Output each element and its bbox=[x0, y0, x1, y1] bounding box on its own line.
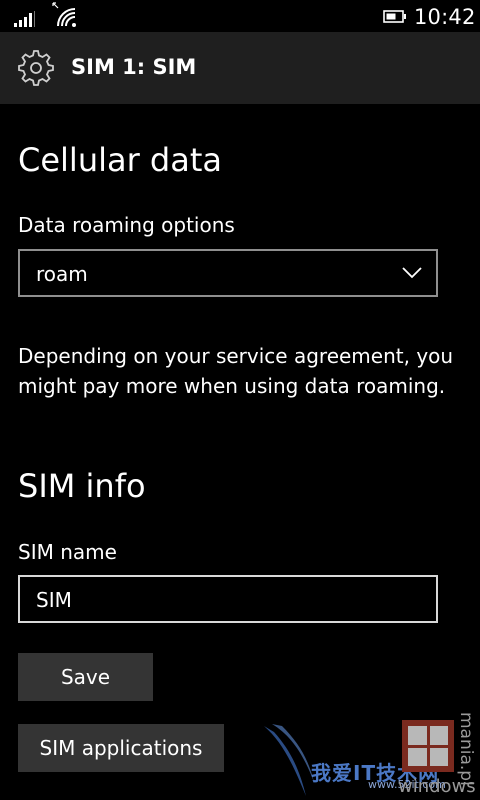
sim-name-label: SIM name bbox=[18, 540, 117, 564]
chevron-down-icon bbox=[402, 267, 422, 279]
wifi-icon bbox=[57, 8, 76, 27]
save-button[interactable]: Save bbox=[18, 653, 153, 701]
gear-icon bbox=[18, 50, 54, 86]
roaming-options-value: roam bbox=[36, 262, 88, 286]
status-time: 10:42 bbox=[414, 5, 476, 29]
watermark-windows-logo bbox=[402, 720, 454, 772]
signal-icon bbox=[14, 11, 35, 27]
roaming-options-dropdown[interactable]: roam bbox=[18, 249, 438, 297]
settings-screen: 10:42 SIM 1: SIM Cellular data Data roam… bbox=[0, 0, 480, 800]
cellular-data-heading: Cellular data bbox=[18, 141, 222, 179]
sim-applications-button[interactable]: SIM applications bbox=[18, 724, 224, 772]
sim-name-value: SIM bbox=[36, 588, 72, 612]
sim-info-heading: SIM info bbox=[18, 467, 146, 505]
page-title: SIM 1: SIM bbox=[71, 55, 197, 79]
watermark-mania-text: mania.pl bbox=[456, 712, 476, 786]
status-bar: 10:42 bbox=[0, 0, 480, 32]
roaming-note: Depending on your service agreement, you… bbox=[18, 344, 454, 398]
battery-icon bbox=[383, 10, 406, 23]
sim-name-input[interactable]: SIM bbox=[18, 575, 438, 623]
roaming-options-label: Data roaming options bbox=[18, 213, 235, 237]
